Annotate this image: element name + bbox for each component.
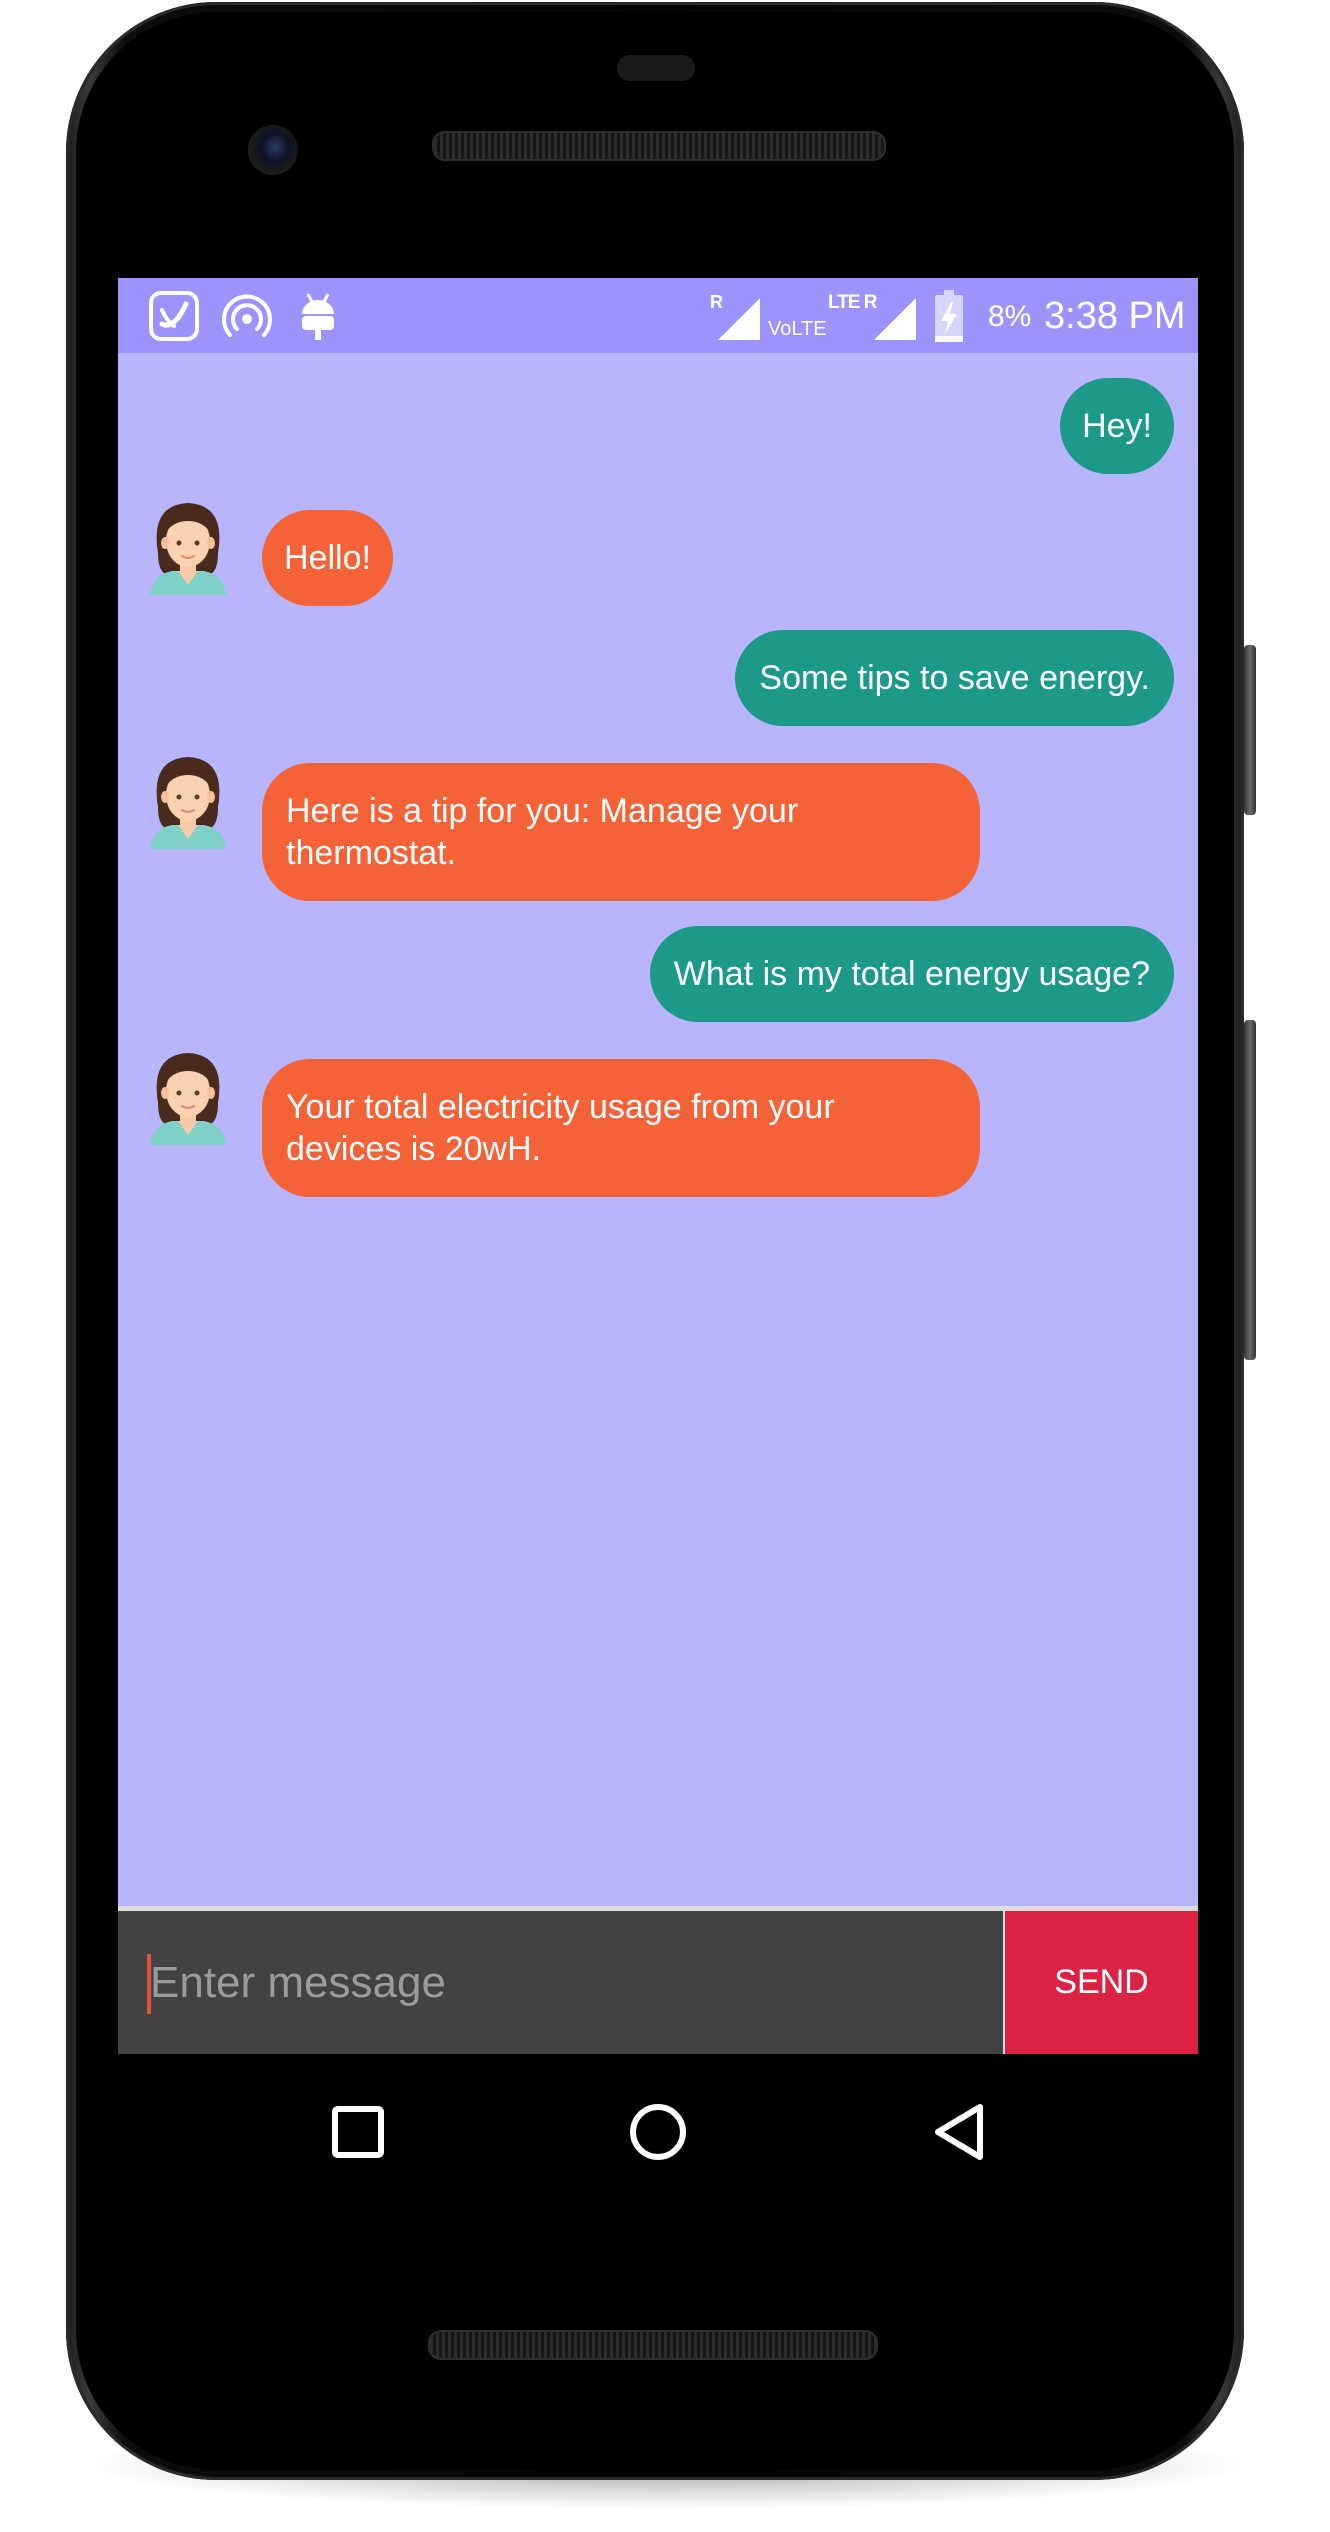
hotspot-icon <box>222 294 272 337</box>
recents-button[interactable] <box>308 2082 408 2182</box>
signal-icon <box>718 298 760 340</box>
volume-button <box>1244 645 1256 815</box>
message-composer: SEND <box>118 1906 1198 2054</box>
front-camera <box>248 125 298 175</box>
status-bar: R VoLTE LTE R 8% 3:38 PM <box>118 278 1198 353</box>
volte-indicator: VoLTE <box>768 318 827 340</box>
recents-icon <box>332 2106 384 2158</box>
send-button[interactable]: SEND <box>1005 1911 1198 2054</box>
message-list[interactable]: Hey! Hello! Some tips to save energy. He… <box>118 353 1198 1783</box>
message-text: Hey! <box>1082 407 1152 445</box>
battery-percent: 8% <box>988 300 1032 333</box>
message-text: Hello! <box>284 539 371 577</box>
power-button <box>1244 1020 1256 1360</box>
saavn-icon <box>149 291 199 341</box>
app-screen: R VoLTE LTE R 8% 3:38 PM Hey! Hello! Som… <box>118 278 1198 2054</box>
message-text: What is my total energy usage? <box>673 955 1150 993</box>
proximity-sensor <box>617 55 695 81</box>
message-text: Some tips to save energy. <box>759 659 1150 697</box>
bot-avatar <box>150 757 226 849</box>
clock: 3:38 PM <box>1044 295 1186 337</box>
message-text: Your total electricity usage from your d… <box>286 1088 835 1168</box>
bot-avatar <box>150 503 226 595</box>
bot-avatar <box>150 1053 226 1145</box>
android-debug-icon <box>302 293 334 340</box>
bottom-speaker <box>428 2330 878 2360</box>
back-button[interactable] <box>908 2082 1008 2182</box>
top-speaker <box>432 131 886 161</box>
message-bubble-bot: Here is a tip for you: Manage your therm… <box>262 763 980 901</box>
back-icon <box>935 2104 983 2160</box>
home-button[interactable] <box>608 2082 708 2182</box>
navigation-bar <box>118 2054 1198 2204</box>
message-bubble-user: What is my total energy usage? <box>649 926 1174 1022</box>
message-bubble-user: Some tips to save energy. <box>735 630 1174 726</box>
signal-icon <box>874 298 916 340</box>
message-input[interactable] <box>118 1911 1003 2054</box>
text-cursor <box>147 1954 151 2014</box>
home-icon <box>630 2104 686 2160</box>
message-bubble-bot: Hello! <box>262 510 393 606</box>
message-bubble-bot: Your total electricity usage from your d… <box>262 1059 980 1197</box>
message-bubble-user: Hey! <box>1060 378 1174 474</box>
battery-charging-icon <box>935 290 963 342</box>
message-text: Here is a tip for you: Manage your therm… <box>286 792 799 872</box>
